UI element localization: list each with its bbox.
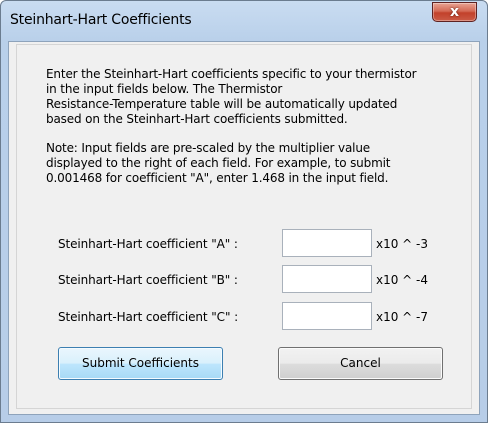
cancel-button[interactable]: Cancel [278, 347, 443, 380]
close-icon: x [449, 4, 460, 20]
note-line: 0.001468 for coefficient "A", enter 1.46… [46, 171, 389, 185]
instructions-line: in the input fields below. The Thermisto… [46, 82, 283, 96]
coefficient-c-input[interactable] [282, 302, 372, 330]
coefficient-c-multiplier: x10 ^ -7 [376, 310, 429, 324]
coefficient-a-label: Steinhart-Hart coefficient "A" : [58, 237, 238, 251]
window-title: Steinhart-Hart Coefficients [10, 12, 192, 28]
instructions-line: Resistance-Temperature table will be aut… [46, 97, 398, 111]
close-button[interactable]: x [432, 2, 477, 22]
note-text: Note: Input fields are pre-scaled by the… [46, 141, 466, 186]
instructions-text: Enter the Steinhart-Hart coefficients sp… [46, 67, 466, 127]
coefficient-a-multiplier: x10 ^ -3 [376, 237, 429, 251]
instructions-line: Enter the Steinhart-Hart coefficients sp… [46, 67, 417, 81]
coefficient-b-input[interactable] [282, 265, 372, 293]
coefficient-c-label: Steinhart-Hart coefficient "C" : [58, 310, 239, 324]
dialog-window: Steinhart-Hart Coefficients x Enter the … [0, 0, 488, 423]
instructions-line: based on the Steinhart-Hart coefficients… [46, 112, 348, 126]
title-bar[interactable]: Steinhart-Hart Coefficients x [1, 1, 487, 41]
coefficient-b-label: Steinhart-Hart coefficient "B" : [58, 273, 238, 287]
coefficient-b-multiplier: x10 ^ -4 [376, 273, 429, 287]
note-line: displayed to the right of each field. Fo… [46, 156, 391, 170]
submit-coefficients-button[interactable]: Submit Coefficients [58, 347, 223, 380]
coefficient-a-input[interactable] [282, 229, 372, 257]
note-line: Note: Input fields are pre-scaled by the… [46, 141, 371, 155]
